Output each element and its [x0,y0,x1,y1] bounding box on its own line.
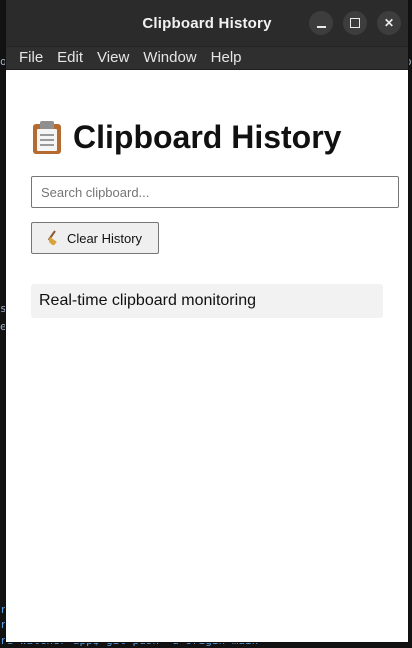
minimize-icon [316,25,326,28]
close-icon: ✕ [383,16,395,30]
minimize-button[interactable] [309,11,333,35]
menu-view[interactable]: View [90,47,136,69]
menu-edit[interactable]: Edit [50,47,90,69]
status-message: Real-time clipboard monitoring [31,284,383,318]
menu-file[interactable]: File [12,47,50,69]
broom-icon [47,230,62,246]
close-button[interactable]: ✕ [377,11,401,35]
maximize-button[interactable] [343,11,367,35]
clear-history-label: Clear History [66,230,143,246]
page-title-text: Clipboard History [73,118,342,155]
app-window: Clipboard History ✕ File Edit View Windo… [6,0,408,642]
status-text: Real-time clipboard monitoring [39,292,256,309]
search-input[interactable] [31,176,399,208]
title-bar[interactable]: Clipboard History ✕ [6,0,408,46]
menu-window[interactable]: Window [136,47,203,69]
clear-history-button[interactable]: Clear History [31,222,159,254]
menu-bar: File Edit View Window Help [6,46,408,70]
menu-help[interactable]: Help [204,47,249,69]
main-content: Clipboard History Clear History Real-tim… [6,118,408,318]
page-title: Clipboard History [31,118,383,156]
clipboard-icon [33,120,61,154]
window-title: Clipboard History [142,14,272,32]
maximize-icon [350,18,360,28]
